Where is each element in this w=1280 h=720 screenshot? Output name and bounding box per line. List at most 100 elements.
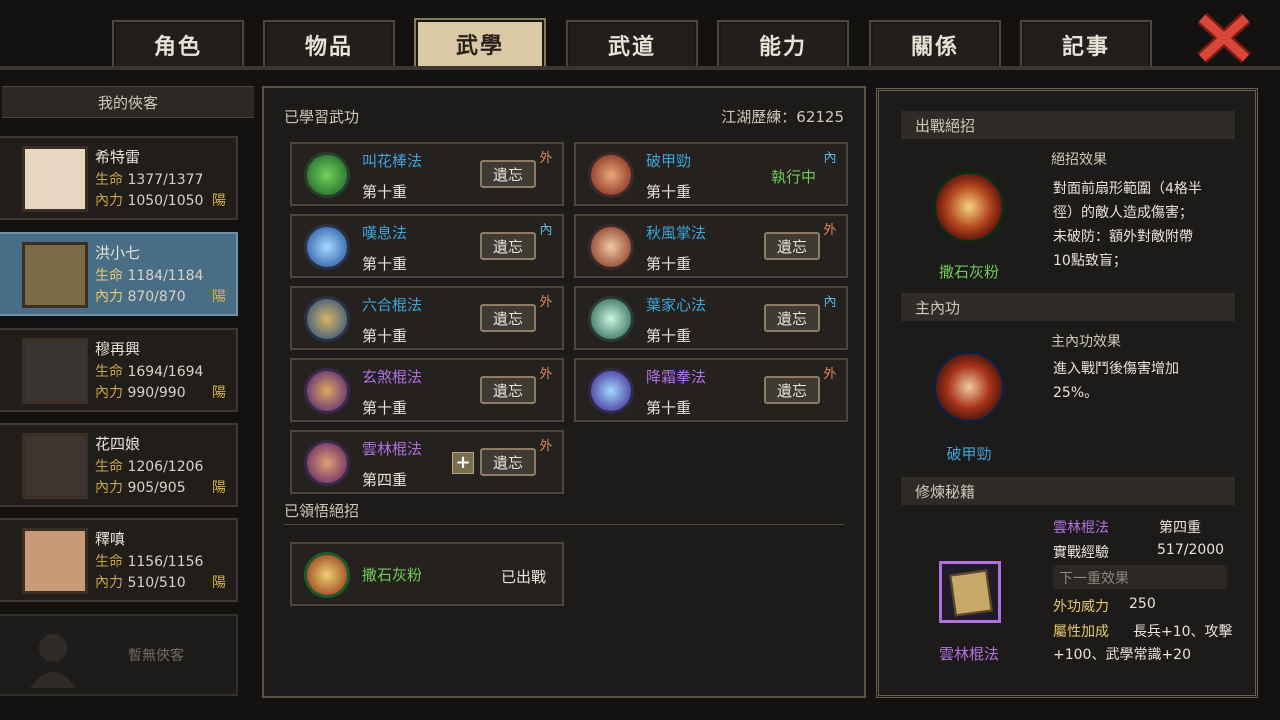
- skill-name: 叫花棒法: [362, 152, 423, 170]
- hero-portrait: [22, 242, 88, 308]
- detail-panel: 出戰絕招 撒石灰粉 絕招效果 對面前扇形範圍（4格半 徑）的敵人造成傷害； 未破…: [876, 88, 1258, 698]
- forget-button[interactable]: 遺忘: [480, 232, 536, 260]
- add-level-button[interactable]: +: [452, 452, 474, 474]
- hero-portrait: [22, 433, 88, 499]
- tab-abilities[interactable]: 能力: [717, 20, 849, 68]
- hero-name: 花四娘: [95, 435, 141, 453]
- skill-type-badge: 內: [823, 150, 837, 166]
- close-icon[interactable]: [1196, 12, 1252, 64]
- skill-card[interactable]: 秋風掌法 第十重 遺忘 外: [574, 214, 848, 278]
- skill-card[interactable]: 雲林棍法 第四重 + 遺忘 外: [290, 430, 564, 494]
- ultimate-icon: [304, 552, 350, 598]
- hero-name: 希特雷: [95, 148, 141, 166]
- tab-items[interactable]: 物品: [263, 20, 395, 68]
- power-label: 外功威力: [1053, 599, 1109, 615]
- hero-card[interactable]: 花四娘 生命 1206/1206 內力 905/905 陽: [0, 423, 238, 507]
- skill-level: 第十重: [362, 255, 408, 273]
- power-value: 250: [1129, 596, 1156, 612]
- main-inner-header: 主內功: [901, 293, 1235, 321]
- skill-name: 雲林棍法: [362, 440, 423, 458]
- skill-icon: [304, 440, 350, 486]
- hero-hp: 生命 1694/1694: [95, 364, 204, 380]
- tab-character[interactable]: 角色: [112, 20, 244, 68]
- skill-level: 第十重: [362, 183, 408, 201]
- skill-level: 第十重: [362, 327, 408, 345]
- hero-portrait: [22, 146, 88, 212]
- skill-type-badge: 外: [539, 294, 553, 310]
- hero-mp: 內力 510/510: [95, 575, 186, 591]
- hero-mp: 內力 905/905: [95, 480, 186, 496]
- skill-name: 嘆息法: [362, 224, 408, 242]
- hero-alignment: 陽: [212, 480, 226, 496]
- tab-martial-arts[interactable]: 武學: [414, 18, 546, 68]
- tab-relations[interactable]: 關係: [869, 20, 1001, 68]
- manual-exp-value: 517/2000: [1157, 542, 1225, 558]
- forget-button[interactable]: 遺忘: [480, 448, 536, 476]
- running-status: 執行中: [770, 168, 816, 186]
- hero-mp: 內力 870/870: [95, 289, 186, 305]
- ultimates-title: 已領悟絕招: [284, 502, 360, 520]
- hero-card[interactable]: 釋嗔 生命 1156/1156 內力 510/510 陽: [0, 518, 238, 602]
- skill-icon: [304, 368, 350, 414]
- forget-button[interactable]: 遺忘: [764, 232, 820, 260]
- hero-card-selected[interactable]: 洪小七 生命 1184/1184 內力 870/870 陽: [0, 232, 238, 316]
- forget-button[interactable]: 遺忘: [480, 376, 536, 404]
- inner-emblem-icon: [933, 351, 1005, 423]
- next-level-label: 下一重效果: [1053, 565, 1227, 589]
- hero-card[interactable]: 穆再興 生命 1694/1694 內力 990/990 陽: [0, 328, 238, 412]
- skill-type-badge: 外: [823, 366, 837, 382]
- hero-mp: 內力 990/990: [95, 385, 186, 401]
- ultimate-emblem-icon: [933, 171, 1005, 243]
- skill-type-badge: 外: [539, 366, 553, 382]
- hero-alignment: 陽: [212, 193, 226, 209]
- hero-card[interactable]: 希特雷 生命 1377/1377 內力 1050/1050 陽: [0, 136, 238, 220]
- battle-skill-name: 撒石灰粉: [938, 263, 999, 281]
- forget-button[interactable]: 遺忘: [480, 160, 536, 188]
- tab-journal[interactable]: 記事: [1020, 20, 1152, 68]
- skill-name: 秋風掌法: [646, 224, 707, 242]
- skill-level: 第十重: [646, 399, 692, 417]
- inner-effect-text: 進入戰鬥後傷害增加 25%。: [1053, 361, 1179, 401]
- skill-name: 六合棍法: [362, 296, 423, 314]
- skill-card[interactable]: 降霜拳法 第十重 遺忘 外: [574, 358, 848, 422]
- empty-hero-slot[interactable]: 暫無俠客: [0, 614, 238, 696]
- tab-martial-way[interactable]: 武道: [566, 20, 698, 68]
- forget-button[interactable]: 遺忘: [764, 304, 820, 332]
- manual-caption: 雲林棍法: [938, 645, 999, 663]
- skill-icon: [588, 152, 634, 198]
- skill-icon: [304, 224, 350, 270]
- battle-effect-title: 絕招效果: [1051, 152, 1107, 168]
- forget-button[interactable]: 遺忘: [480, 304, 536, 332]
- book-icon: [949, 569, 993, 617]
- hero-portrait: [22, 528, 88, 594]
- hero-alignment: 陽: [212, 385, 226, 401]
- battle-effect-text: 對面前扇形範圍（4格半 徑）的敵人造成傷害； 未破防：額外對敵附帶 10點致盲；: [1053, 181, 1202, 269]
- skill-type-badge: 內: [823, 294, 837, 310]
- skill-icon: [588, 296, 634, 342]
- inner-skill-name: 破甲勁: [946, 445, 992, 463]
- skill-card[interactable]: 破甲勁 第十重 執行中 內: [574, 142, 848, 206]
- manual-slot[interactable]: [939, 561, 1001, 623]
- manual-header: 修煉秘籍: [901, 477, 1235, 505]
- hero-portrait: [22, 338, 88, 404]
- ultimate-card[interactable]: 撒石灰粉 已出戰: [290, 542, 564, 606]
- manual-exp-label: 實戰經驗: [1053, 545, 1109, 561]
- skill-icon: [588, 224, 634, 270]
- skill-card[interactable]: 六合棍法 第十重 遺忘 外: [290, 286, 564, 350]
- hero-name: 釋嗔: [95, 530, 126, 548]
- skill-icon: [304, 296, 350, 342]
- tab-underline: [0, 66, 1280, 70]
- skill-icon: [588, 368, 634, 414]
- divider: [284, 524, 844, 525]
- skill-card[interactable]: 叫花棒法 第十重 遺忘 外: [290, 142, 564, 206]
- forget-button[interactable]: 遺忘: [764, 376, 820, 404]
- skill-card[interactable]: 玄煞棍法 第十重 遺忘 外: [290, 358, 564, 422]
- skill-card[interactable]: 嘆息法 第十重 遺忘 內: [290, 214, 564, 278]
- hero-alignment: 陽: [212, 289, 226, 305]
- skill-name: 玄煞棍法: [362, 368, 423, 386]
- inner-effect-title: 主內功效果: [1051, 334, 1121, 350]
- jianghu-experience: 江湖歷練：62125: [721, 108, 844, 126]
- hero-name: 穆再興: [95, 340, 141, 358]
- skill-card[interactable]: 葉家心法 第十重 遺忘 內: [574, 286, 848, 350]
- ultimate-status: 已出戰: [500, 568, 546, 586]
